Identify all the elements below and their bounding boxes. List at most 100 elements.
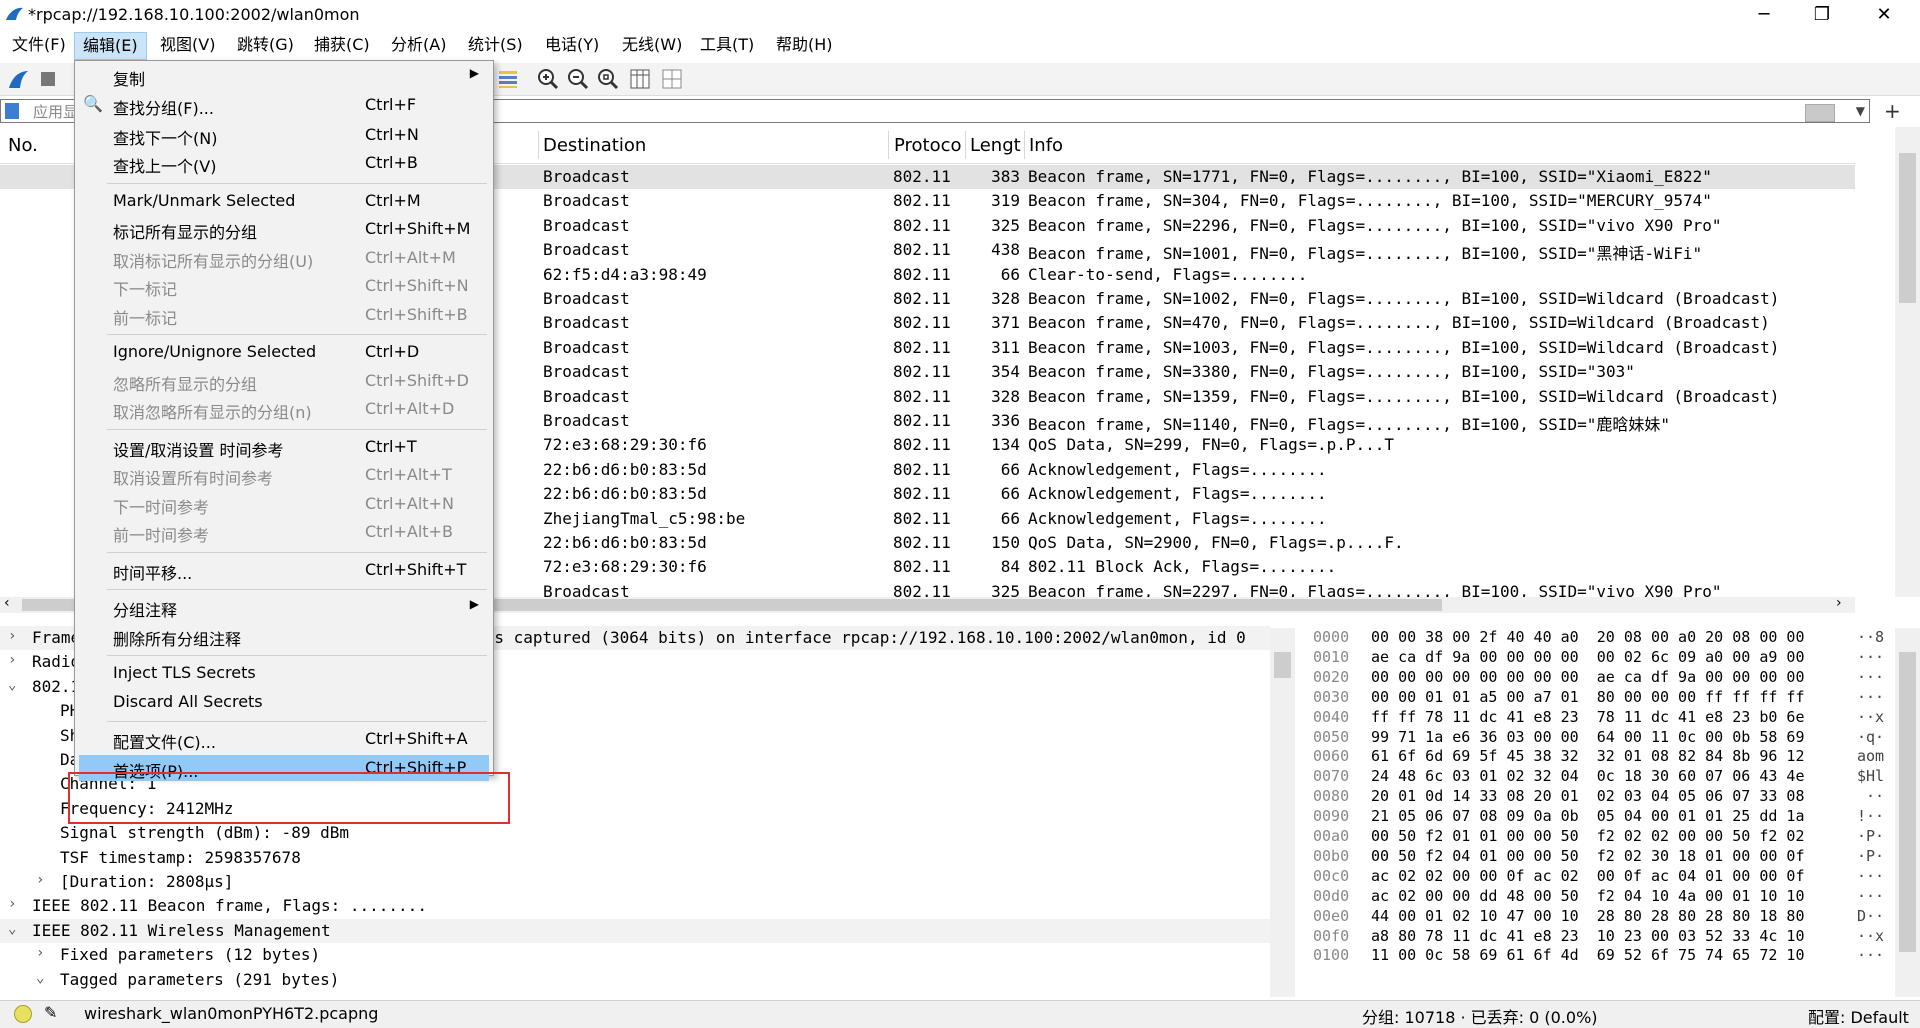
menu-help[interactable]: 帮助(H) (768, 32, 841, 58)
hex-dump-row[interactable]: 0100 11 00 0c 58 69 61 6f 4d 69 52 6f 75 … (1305, 946, 1895, 966)
detail-tree-item[interactable]: › [Duration: 2808μs] (0, 870, 1270, 894)
expand-arrow-icon[interactable]: › (36, 945, 44, 961)
hex-dump-row[interactable]: 0070 24 48 6c 03 01 02 32 04 0c 18 30 60 … (1305, 767, 1895, 787)
maximize-button[interactable]: ❐ (1794, 0, 1850, 30)
hex-dump-row[interactable]: 0060 61 6f 6d 69 5f 45 38 32 32 01 08 82 … (1305, 747, 1895, 767)
menu-statistics[interactable]: 统计(S) (460, 32, 531, 58)
hex-dump-row[interactable]: 0000 00 00 38 00 2f 40 40 a0 20 08 00 a0 … (1305, 628, 1895, 648)
edit-menu-item[interactable]: 取消标记所有显示的分组(U) Ctrl+Alt+M (75, 245, 493, 271)
menu-go[interactable]: 跳转(G) (229, 32, 302, 58)
detail-tree-item[interactable]: Signal strength (dBm): -89 dBm (0, 821, 1270, 845)
column-protocol[interactable]: Protoco (894, 135, 962, 156)
menu-item-shortcut: Ctrl+Shift+A (365, 729, 468, 748)
packet-length: 84 (1000, 557, 1020, 577)
bookmark-icon[interactable] (5, 103, 19, 119)
hex-dump-row[interactable]: 0090 21 05 06 07 08 09 0a 0b 05 04 00 01 … (1305, 807, 1895, 827)
detail-tree-item[interactable]: › IEEE 802.11 Beacon frame, Flags: ......… (0, 894, 1270, 918)
details-vertical-scrollbar[interactable] (1270, 628, 1295, 997)
hex-offset: 00b0 (1313, 846, 1350, 865)
expand-arrow-icon[interactable]: › (8, 628, 16, 644)
colorize-icon[interactable] (496, 67, 520, 91)
menu-file[interactable]: 文件(F) (4, 32, 74, 58)
expert-info-indicator-icon[interactable] (14, 1005, 32, 1023)
minimize-button[interactable]: ─ (1736, 0, 1792, 30)
detail-tree-item[interactable]: ⌄ Tagged parameters (291 bytes) (0, 968, 1270, 992)
menu-separator (107, 334, 487, 335)
packet-protocol: 802.11 (893, 264, 951, 284)
hex-dump-row[interactable]: 00d0 ac 02 00 00 dd 48 00 50 f2 04 10 4a … (1305, 887, 1895, 907)
menu-item-shortcut: Ctrl+Alt+T (365, 465, 452, 484)
menu-bar: 文件(F) 编辑(E) 视图(V) 跳转(G) 捕获(C) 分析(A) 统计(S… (0, 30, 1920, 60)
expand-arrow-icon[interactable]: › (8, 896, 16, 912)
hex-dump-row[interactable]: 0040 ff ff 78 11 dc 41 e8 23 78 11 dc 41 … (1305, 708, 1895, 728)
edit-menu-item[interactable]: Ignore/Unignore Selected Ctrl+D (75, 339, 493, 365)
hex-dump-row[interactable]: 00c0 ac 02 02 00 00 0f ac 02 00 0f ac 04 … (1305, 867, 1895, 887)
hex-dump-row[interactable]: 0020 00 00 00 00 00 00 00 00 ae ca df 9a … (1305, 668, 1895, 688)
edit-menu-item[interactable]: 分组注释 ▶ (75, 594, 493, 620)
resize-columns-icon[interactable] (628, 67, 652, 91)
ascii-bytes: aom (1857, 747, 1885, 766)
detail-tree-item[interactable]: › Fixed parameters (12 bytes) (0, 943, 1270, 967)
hex-dump-row[interactable]: 0030 00 00 01 01 a5 00 a7 01 80 00 00 00 … (1305, 688, 1895, 708)
edit-menu-item[interactable]: Discard All Secrets (75, 689, 493, 715)
filter-history-dropdown-icon[interactable]: ▼ (1856, 104, 1865, 118)
edit-menu-item[interactable]: 取消设置所有时间参考 Ctrl+Alt+T (75, 462, 493, 488)
menu-tools[interactable]: 工具(T) (692, 32, 762, 58)
collapse-arrow-icon[interactable]: ⌄ (8, 677, 16, 693)
hex-dump-row[interactable]: 00e0 44 00 01 02 10 47 00 10 28 80 28 80 … (1305, 907, 1895, 927)
menu-edit[interactable]: 编辑(E) (74, 32, 147, 60)
zoom-in-icon[interactable] (536, 67, 560, 91)
column-destination[interactable]: Destination (543, 135, 646, 156)
apply-filter-arrow-icon[interactable] (1805, 104, 1835, 122)
edit-menu-item[interactable]: 前一时间参考 Ctrl+Alt+B (75, 519, 493, 545)
detail-tree-item[interactable]: TSF timestamp: 2598357678 (0, 846, 1270, 870)
menu-wireless[interactable]: 无线(W) (614, 32, 690, 58)
hex-dump-row[interactable]: 00a0 00 50 f2 01 01 00 00 50 f2 02 02 00 … (1305, 827, 1895, 847)
edit-menu-item[interactable]: 下一时间参考 Ctrl+Alt+N (75, 491, 493, 517)
capture-comment-icon[interactable]: ✎ (44, 1003, 57, 1022)
menu-analyze[interactable]: 分析(A) (383, 32, 454, 58)
zoom-out-icon[interactable] (566, 67, 590, 91)
edit-menu-item[interactable]: 忽略所有显示的分组 Ctrl+Shift+D (75, 368, 493, 394)
profile-status[interactable]: 配置: Default (1808, 1004, 1909, 1028)
expand-arrow-icon[interactable]: › (36, 872, 44, 888)
edit-menu-item[interactable]: 时间平移... Ctrl+Shift+T (75, 557, 493, 583)
column-no[interactable]: No. (8, 135, 38, 156)
edit-menu-item[interactable]: 复制 ▶ (75, 63, 493, 89)
edit-menu-item[interactable]: 🔍 查找分组(F)... Ctrl+F (75, 92, 493, 118)
column-info[interactable]: Info (1029, 135, 1063, 156)
edit-menu-item[interactable]: 下一标记 Ctrl+Shift+N (75, 273, 493, 299)
hex-dump-row[interactable]: 00b0 00 50 f2 04 01 00 00 50 f2 02 30 18 … (1305, 847, 1895, 867)
menu-view[interactable]: 视图(V) (152, 32, 223, 58)
hex-dump-row[interactable]: 00f0 a8 80 78 11 dc 41 e8 23 10 23 00 03 … (1305, 927, 1895, 947)
hex-dump-row[interactable]: 0010 ae ca df 9a 00 00 00 00 00 02 6c 09 … (1305, 648, 1895, 668)
bytes-vertical-scrollbar[interactable] (1895, 628, 1920, 997)
hex-dump-row[interactable]: 0050 99 71 1a e6 36 03 00 00 64 00 11 0c … (1305, 728, 1895, 748)
edit-menu-item[interactable]: 设置/取消设置 时间参考 Ctrl+T (75, 434, 493, 460)
column-length[interactable]: Lengt (970, 135, 1021, 156)
start-capture-icon[interactable] (6, 67, 30, 91)
edit-menu-item[interactable]: 前一标记 Ctrl+Shift+B (75, 302, 493, 328)
expand-arrow-icon[interactable]: › (8, 652, 16, 668)
add-filter-button[interactable]: + (1884, 99, 1901, 123)
hex-dump-row[interactable]: 0080 20 01 0d 14 33 08 20 01 02 03 04 05 … (1305, 787, 1895, 807)
collapse-arrow-icon[interactable]: ⌄ (36, 970, 44, 986)
layout-icon[interactable] (660, 67, 684, 91)
packet-list-vertical-scrollbar[interactable] (1895, 127, 1920, 597)
close-button[interactable]: ✕ (1856, 0, 1912, 30)
packet-info: Beacon frame, SN=470, FN=0, Flags=......… (1028, 313, 1770, 333)
detail-tree-item[interactable]: ⌄ IEEE 802.11 Wireless Management (0, 918, 1270, 943)
edit-menu-item[interactable]: 取消忽略所有显示的分组(n) Ctrl+Alt+D (75, 396, 493, 422)
edit-menu-item[interactable]: 删除所有分组注释 (75, 623, 493, 649)
edit-menu-item[interactable]: Mark/Unmark Selected Ctrl+M (75, 188, 493, 214)
collapse-arrow-icon[interactable]: ⌄ (8, 921, 16, 937)
edit-menu-item[interactable]: 查找下一个(N) Ctrl+N (75, 122, 493, 148)
menu-capture[interactable]: 捕获(C) (306, 32, 378, 58)
menu-telephony[interactable]: 电话(Y) (537, 32, 607, 58)
edit-menu-item[interactable]: 配置文件(C)... Ctrl+Shift+A (75, 726, 493, 752)
edit-menu-item[interactable]: 标记所有显示的分组 Ctrl+Shift+M (75, 216, 493, 242)
edit-menu-item[interactable]: 查找上一个(V) Ctrl+B (75, 150, 493, 176)
stop-capture-icon[interactable] (36, 67, 60, 91)
edit-menu-item[interactable]: Inject TLS Secrets (75, 660, 493, 686)
zoom-reset-icon[interactable] (596, 67, 620, 91)
